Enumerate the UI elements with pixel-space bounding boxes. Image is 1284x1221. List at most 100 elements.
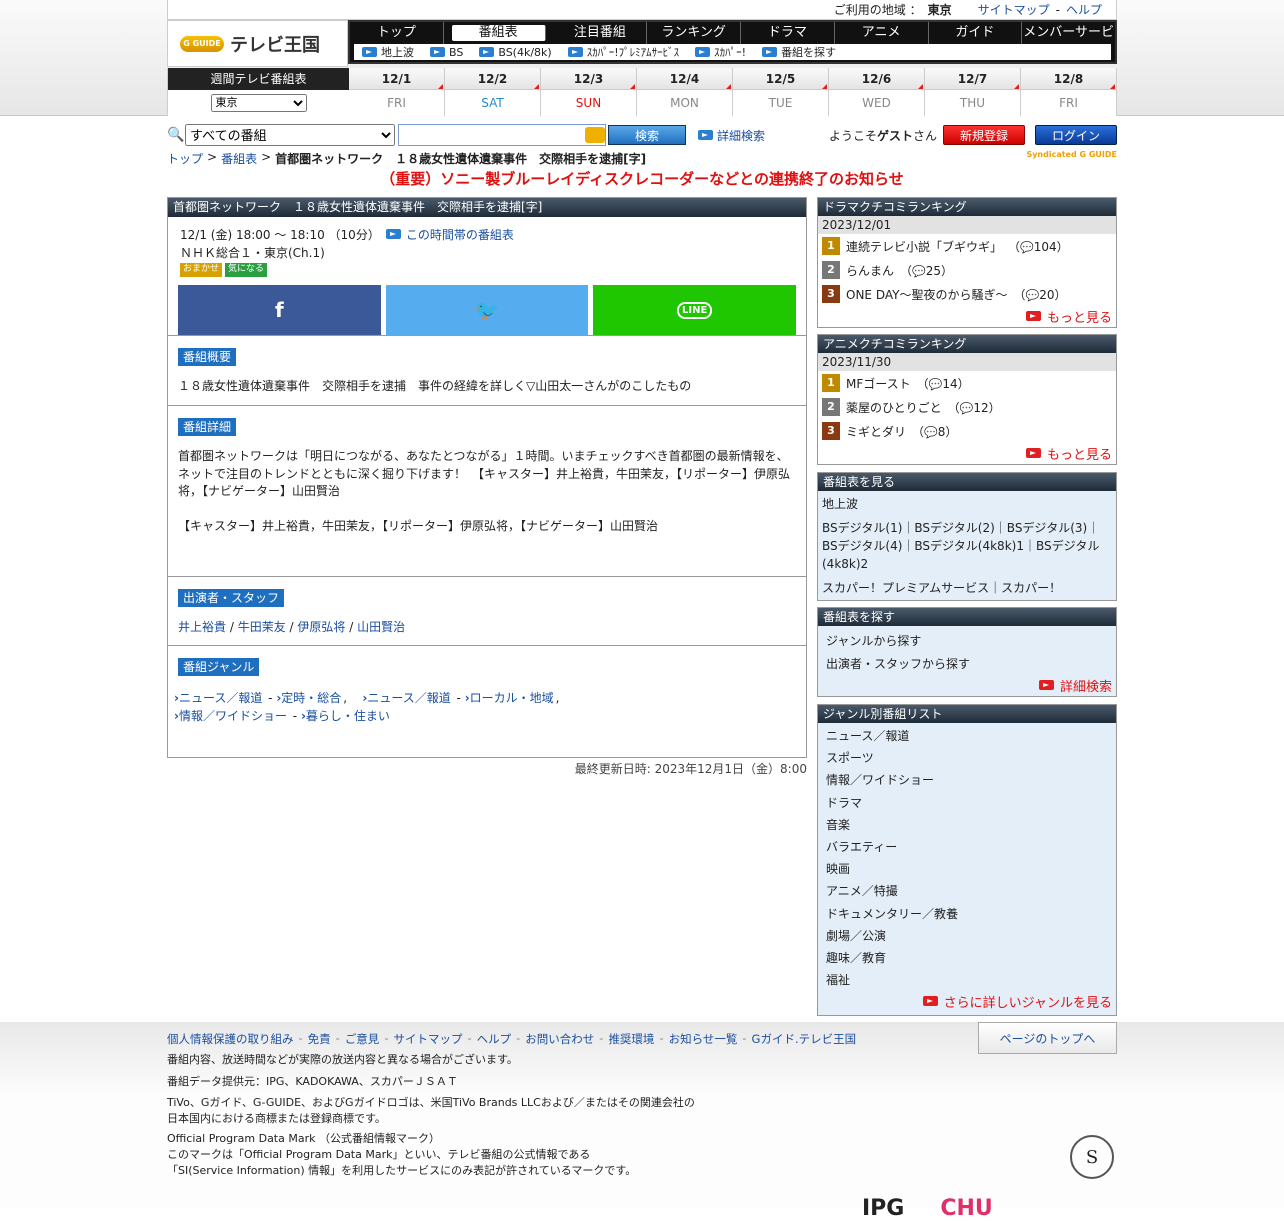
search-input[interactable] <box>398 124 606 146</box>
footer-link[interactable]: ご意見 <box>345 1031 380 1047</box>
genre-list-item[interactable]: バラエティー <box>818 836 1116 858</box>
search-icon: 🔍 <box>167 127 185 143</box>
genre-link[interactable]: ニュース／報道 <box>179 691 262 705</box>
ranking-item[interactable]: 3 ミギとダリ （💬8） <box>818 419 1116 443</box>
syndicated-logo: Syndicated G GUIDE <box>1026 150 1117 159</box>
important-notice-link[interactable]: （重要）ソニー製ブルーレイディスクレコーダーなどとの連携終了のお知らせ <box>167 168 1117 189</box>
subnav-find[interactable]: 番組を探す <box>754 44 844 60</box>
day-link[interactable]: 12/1 FRI <box>349 68 445 116</box>
day-link[interactable]: 12/8 FRI <box>1021 68 1117 116</box>
help-link[interactable]: ヘルプ <box>1066 1 1102 18</box>
ranking-item[interactable]: 1 MFゴースト （💬14） <box>818 371 1116 395</box>
find-by-cast-link[interactable]: 出演者・スタッフから探す <box>818 655 1116 673</box>
global-nav: トップ 番組表 注目番組 ランキング ドラマ アニメ ガイド メンバーサービス … <box>348 20 1117 64</box>
footer-link[interactable]: サイトマップ <box>393 1031 462 1047</box>
footer-link[interactable]: 免責 <box>308 1031 331 1047</box>
summary-text: １８歳女性遺体遺棄事件 交際相手を逮捕 事件の経緯を詳しく▽山田太一さんがのこし… <box>178 379 692 393</box>
genre-list-item[interactable]: 情報／ワイドショー <box>818 769 1116 791</box>
time-slot-link[interactable]: この時間帯の番組表 <box>385 226 514 243</box>
genre-link[interactable]: ニュース／報道 <box>367 691 450 705</box>
genre-link[interactable]: 暮らし・住まい <box>306 709 390 723</box>
official-program-data-mark-icon: S <box>1070 1135 1114 1179</box>
genre-list-item[interactable]: 劇場／公演 <box>818 925 1116 947</box>
nav-guide[interactable]: ガイド <box>929 22 1023 44</box>
footer-link[interactable]: お問い合わせ <box>525 1031 594 1047</box>
search-scope-select[interactable]: すべての番組 <box>185 124 395 146</box>
welcome-area: ようこそゲストさん 新規登録 ログイン <box>829 125 1117 145</box>
advanced-search-link[interactable]: 詳細検索 <box>698 127 765 144</box>
genre-list-item[interactable]: ニュース／報道 <box>818 725 1116 747</box>
find-advanced-link[interactable]: 詳細検索 <box>818 675 1116 695</box>
genre-section: 番組ジャンル ›ニュース／報道 - ›定時・総合, ›ニュース／報道 - ›ロー… <box>168 645 806 725</box>
ranking-item[interactable]: 1 連続テレビ小説「ブギウギ」 （💬104） <box>818 234 1116 258</box>
day-link[interactable]: 12/2 SAT <box>445 68 541 116</box>
subnav-bs[interactable]: BS <box>422 46 471 59</box>
nav-drama[interactable]: ドラマ <box>741 22 835 44</box>
breadcrumb-current: 首都圏ネットワーク １８歳女性遺体遺棄事件 交際相手を逮捕[字] <box>275 152 647 166</box>
summary-heading: 番組概要 <box>178 348 237 366</box>
facebook-share-button[interactable]: f <box>178 285 381 335</box>
day-link[interactable]: 12/3 SUN <box>541 68 637 116</box>
subnav-bs4k[interactable]: BS(4k/8k) <box>471 46 559 59</box>
nav-ranking[interactable]: ランキング <box>647 22 741 44</box>
genre-link[interactable]: 情報／ワイドショー <box>179 709 287 723</box>
bs-links[interactable]: BSデジタル(1)｜BSデジタル(2)｜BSデジタル(3)｜BSデジタル(4)｜… <box>818 519 1116 573</box>
footer-link[interactable]: ヘルプ <box>477 1031 512 1047</box>
nav-anime[interactable]: アニメ <box>835 22 929 44</box>
nav-schedule[interactable]: 番組表 <box>451 25 546 41</box>
register-button[interactable]: 新規登録 <box>943 125 1025 145</box>
genre-list-item[interactable]: 福祉 <box>818 969 1116 991</box>
genre-list-item[interactable]: 趣味／教育 <box>818 947 1116 969</box>
genre-list-item[interactable]: スポーツ <box>818 747 1116 769</box>
footer-link[interactable]: Gガイド.テレビ王国 <box>752 1031 857 1047</box>
day-link[interactable]: 12/4 MON <box>637 68 733 116</box>
ranking-item[interactable]: 2 らんまん （💬25） <box>818 258 1116 282</box>
cast-link[interactable]: 伊原弘将 <box>297 620 345 634</box>
subnav-skyperfect-premium[interactable]: ｽｶﾊﾟｰ!ﾌﾟﾚﾐｱﾑｻｰﾋﾞｽ <box>560 44 687 60</box>
interested-button[interactable]: 気になる <box>225 263 268 277</box>
footer-link[interactable]: お知らせ一覧 <box>669 1031 738 1047</box>
cast-link[interactable]: 牛田茉友 <box>238 620 286 634</box>
cast-link[interactable]: 井上裕貴 <box>178 620 226 634</box>
terrestrial-link[interactable]: 地上波 <box>818 495 1116 513</box>
find-by-genre-link[interactable]: ジャンルから探す <box>818 632 1116 650</box>
arrow-icon <box>1025 448 1041 458</box>
day-link[interactable]: 12/7 THU <box>925 68 1021 116</box>
search-button[interactable]: 検索 <box>608 125 686 145</box>
login-button[interactable]: ログイン <box>1035 125 1117 145</box>
sitemap-link[interactable]: サイトマップ <box>978 1 1050 18</box>
region-select[interactable]: 東京 <box>210 94 307 112</box>
cast-link[interactable]: 山田賢治 <box>357 620 405 634</box>
genre-list-item[interactable]: 音楽 <box>818 814 1116 836</box>
site-logo[interactable]: G GUIDE テレビ王国 <box>167 20 348 67</box>
twitter-share-button[interactable]: 🐦 <box>385 285 589 335</box>
ranking-item[interactable]: 2 薬屋のひとりごと （💬12） <box>818 395 1116 419</box>
back-to-top-button[interactable]: ページのトップへ <box>978 1022 1117 1054</box>
day-link[interactable]: 12/5 TUE <box>733 68 829 116</box>
line-share-button[interactable]: LINE <box>593 285 797 335</box>
genre-list-item[interactable]: ドキュメンタリー／教養 <box>818 903 1116 925</box>
nav-member[interactable]: メンバーサービス <box>1022 22 1115 62</box>
genre-link[interactable]: ローカル・地域 <box>470 691 554 705</box>
ranking-item[interactable]: 3 ONE DAY～聖夜のから騒ぎ～ （💬20） <box>818 282 1116 306</box>
drama-more-link[interactable]: もっと見る <box>818 306 1116 326</box>
genre-list-item[interactable]: ドラマ <box>818 792 1116 814</box>
footer-link[interactable]: 個人情報保護の取り組み <box>167 1031 294 1047</box>
nav-top[interactable]: トップ <box>350 22 444 44</box>
more-genres-link[interactable]: さらに詳しいジャンルを見る <box>818 991 1116 1011</box>
genre-list-item[interactable]: アニメ／特撮 <box>818 880 1116 902</box>
genre-list-item[interactable]: 映画 <box>818 858 1116 880</box>
day-link[interactable]: 12/6 WED <box>829 68 925 116</box>
nav-featured[interactable]: 注目番組 <box>554 22 648 44</box>
footer-link[interactable]: 推奨環境 <box>608 1031 654 1047</box>
breadcrumb-top[interactable]: トップ <box>167 150 203 166</box>
anime-more-link[interactable]: もっと見る <box>818 443 1116 463</box>
arrow-icon <box>362 47 377 57</box>
area-label: ご利用の地域 ： <box>833 3 922 17</box>
breadcrumb-schedule[interactable]: 番組表 <box>221 150 257 166</box>
subnav-terrestrial[interactable]: 地上波 <box>354 44 422 60</box>
omakase-button[interactable]: おまかせ <box>180 263 223 277</box>
skyperfect-links[interactable]: スカパー！プレミアムサービス｜スカパー！ <box>818 579 1116 597</box>
genre-link[interactable]: 定時・総合 <box>281 691 341 705</box>
subnav-skyperfect[interactable]: ｽｶﾊﾟｰ! <box>687 44 754 60</box>
